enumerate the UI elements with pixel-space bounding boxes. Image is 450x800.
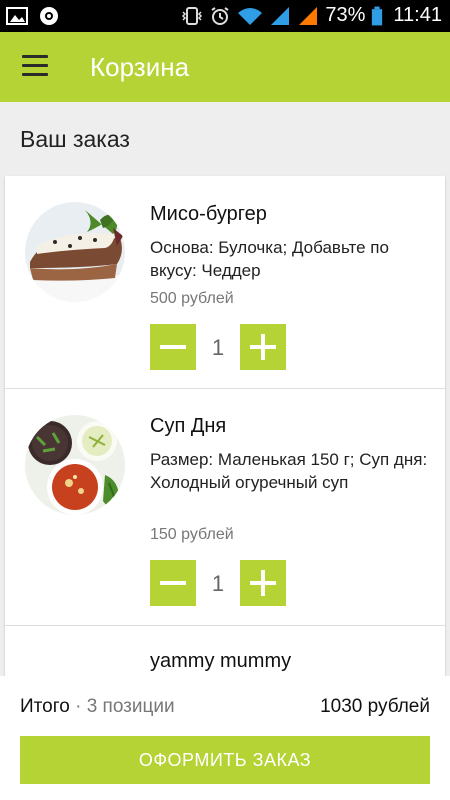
total-price: 1030 рублей (320, 696, 430, 717)
increase-button[interactable] (240, 560, 286, 606)
signal-icon (299, 6, 318, 25)
signal-icon (271, 6, 290, 25)
status-right: 73% 11:41 (181, 4, 442, 27)
app-bar-title: Корзина (90, 52, 190, 82)
item-name: Суп Дня (150, 415, 227, 437)
item-description: Размер: Маленькая 150 г; Суп дня: Холодн… (150, 450, 428, 492)
minus-icon (160, 581, 186, 585)
item-description: Основа: Булочка; Добавьте по вкусу: Чедд… (150, 238, 389, 280)
app-bar: Корзина (0, 32, 450, 102)
browser-icon (40, 7, 58, 25)
increase-button[interactable] (240, 324, 286, 370)
minus-icon (160, 345, 186, 349)
vibrate-icon (182, 6, 203, 25)
total-separator: · (69, 696, 87, 717)
order-card: Мисо-бургер Основа: Булочка; Добавьте по… (5, 176, 445, 696)
total-label: Итого (20, 696, 70, 717)
decrease-button[interactable] (150, 324, 196, 370)
list-item[interactable]: Мисо-бургер Основа: Булочка; Добавьте по… (5, 176, 445, 389)
battery-icon (372, 6, 383, 25)
clock: 11:41 (393, 4, 442, 26)
alarm-icon (211, 6, 229, 25)
soup-photo (25, 415, 125, 515)
wifi-icon (238, 7, 263, 25)
item-price: 150 рублей (150, 526, 234, 543)
burger-photo (25, 202, 125, 302)
quantity-value: 1 (211, 335, 225, 360)
decrease-button[interactable] (150, 560, 196, 606)
section-title: Ваш заказ (20, 126, 130, 152)
list-item[interactable]: Суп Дня Размер: Маленькая 150 г; Суп дня… (5, 389, 445, 626)
total-label-row: Итого · 3 позиции (20, 696, 175, 718)
order-summary: Итого · 3 позиции 1030 рублей ОФОРМИТЬ З… (0, 676, 450, 800)
quantity-value: 1 (211, 571, 225, 596)
quantity-stepper: 1 (150, 560, 290, 606)
hamburger-menu-icon[interactable] (22, 55, 48, 77)
status-bar: 73% 11:41 (0, 0, 450, 32)
status-left (6, 6, 60, 26)
item-price: 500 рублей (150, 290, 234, 307)
item-name: yammy mummy (150, 650, 292, 672)
item-count: 3 позиции (86, 696, 175, 717)
checkout-button[interactable]: ОФОРМИТЬ ЗАКАЗ (20, 736, 430, 784)
battery-percent: 73% (325, 4, 366, 26)
image-icon (6, 7, 28, 25)
quantity-stepper: 1 (150, 324, 290, 370)
item-name: Мисо-бургер (150, 203, 267, 225)
